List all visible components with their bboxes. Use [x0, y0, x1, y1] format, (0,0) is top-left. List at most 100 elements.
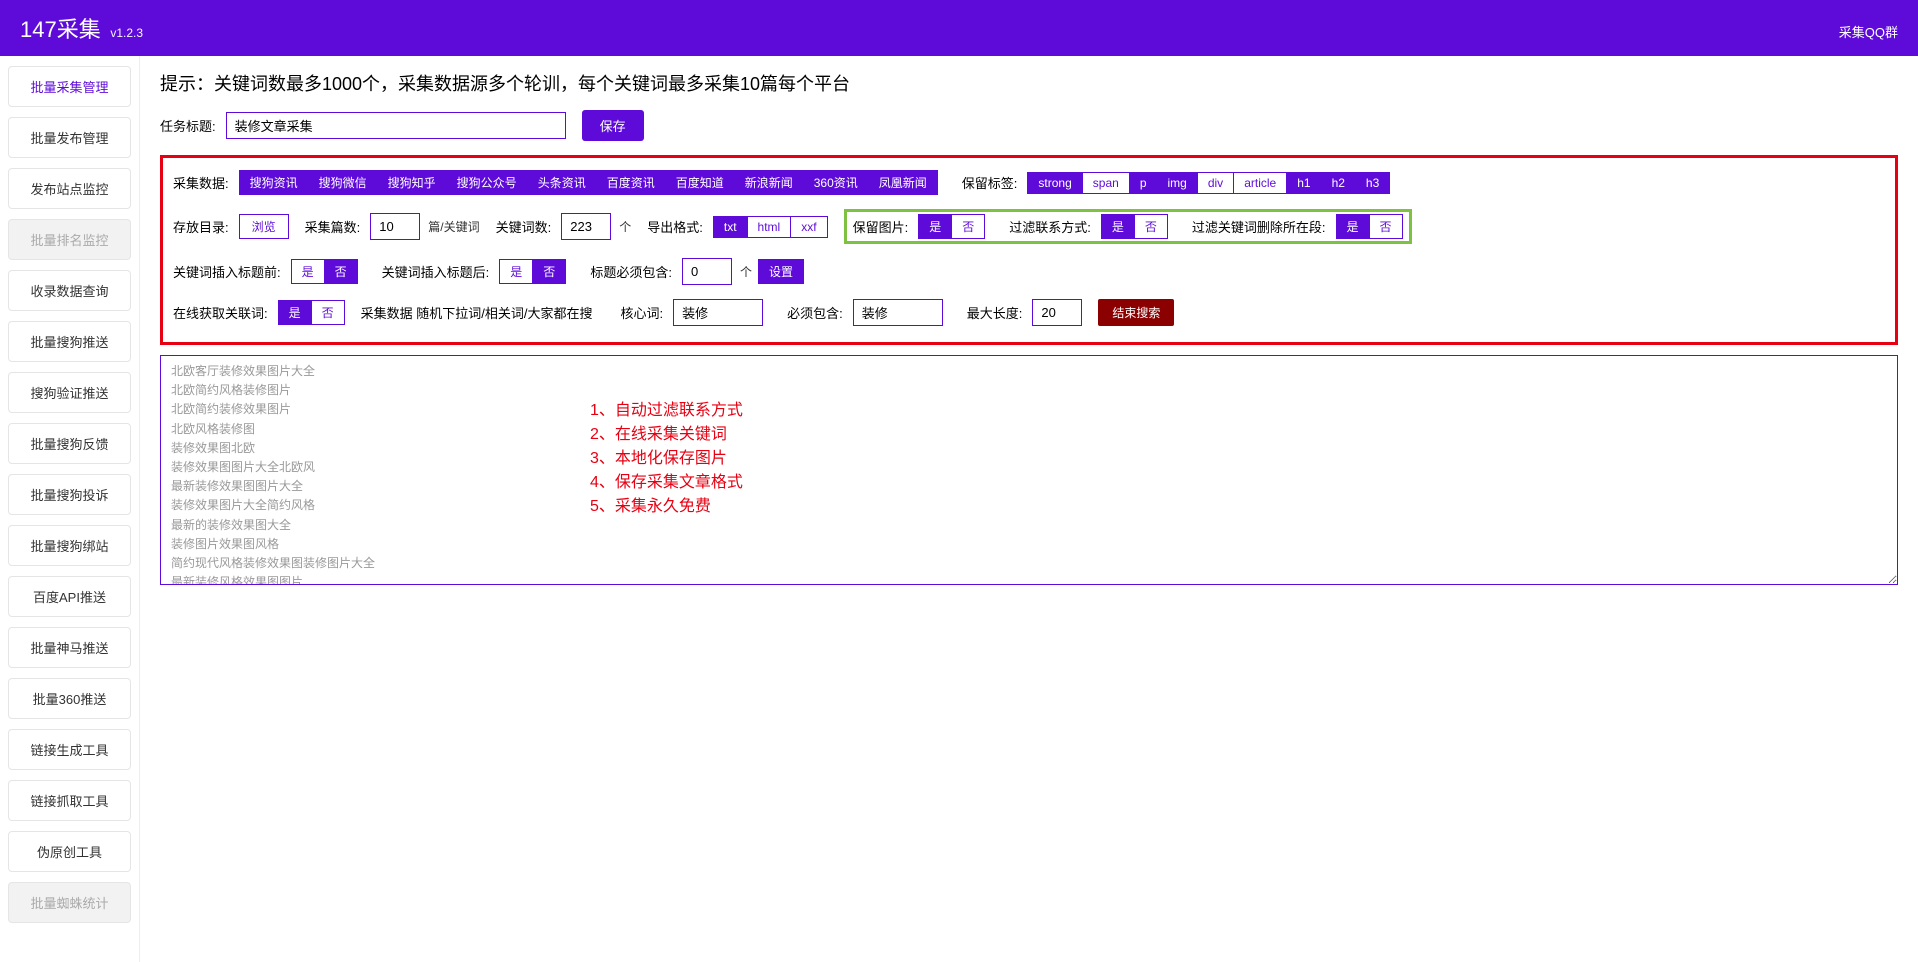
keep-tag-article[interactable]: article: [1234, 172, 1287, 194]
max-len-label: 最大长度:: [967, 303, 1023, 322]
keep-tag-span[interactable]: span: [1083, 172, 1130, 194]
app-version: v1.2.3: [110, 26, 143, 40]
filter-contact-no[interactable]: 否: [1135, 214, 1168, 239]
source-tag-9[interactable]: 凤凰新闻: [869, 170, 938, 195]
online-no[interactable]: 否: [312, 300, 345, 325]
results-textarea[interactable]: [160, 355, 1898, 585]
sidebar-item-5[interactable]: 批量搜狗推送: [8, 321, 131, 362]
set-button[interactable]: 设置: [758, 259, 804, 284]
insert-before-toggle[interactable]: 是 否: [291, 259, 358, 284]
export-tag-xxf[interactable]: xxf: [791, 216, 827, 238]
task-title-input[interactable]: [226, 112, 566, 139]
insert-after-toggle[interactable]: 是 否: [499, 259, 566, 284]
sidebar-item-16: 批量蜘蛛统计: [8, 882, 131, 923]
sidebar-item-8[interactable]: 批量搜狗投诉: [8, 474, 131, 515]
insert-after-label: 关键词插入标题后:: [382, 262, 490, 281]
source-tag-8[interactable]: 360资讯: [804, 170, 869, 195]
filter-contact-yes[interactable]: 是: [1101, 214, 1135, 239]
filter-contact-toggle[interactable]: 是 否: [1101, 214, 1168, 239]
green-highlight-box: 保留图片: 是 否 过滤联系方式: 是 否 过滤关键词删除所在段: 是 否: [844, 209, 1412, 244]
keep-img-label: 保留图片:: [853, 217, 909, 236]
sidebar-item-15[interactable]: 伪原创工具: [8, 831, 131, 872]
browse-button[interactable]: 浏览: [239, 214, 289, 239]
keep-img-yes[interactable]: 是: [918, 214, 952, 239]
count-input[interactable]: [370, 213, 420, 240]
title-must-input[interactable]: [682, 258, 732, 285]
insert-row: 关键词插入标题前: 是 否 关键词插入标题后: 是 否 标题必须包含: 个 设置: [173, 258, 1885, 285]
main-content: 提示：关键词数最多1000个，采集数据源多个轮训，每个关键词最多采集10篇每个平…: [140, 56, 1918, 962]
sidebar-item-13[interactable]: 链接生成工具: [8, 729, 131, 770]
keep-tag-h3[interactable]: h3: [1356, 172, 1390, 194]
kw-count-input[interactable]: [561, 213, 611, 240]
source-tag-5[interactable]: 百度资讯: [597, 170, 666, 195]
sources-label: 采集数据:: [173, 173, 229, 192]
kw-count-unit: 个: [619, 218, 631, 235]
insert-before-no[interactable]: 否: [325, 259, 358, 284]
online-yes[interactable]: 是: [278, 300, 312, 325]
sidebar-item-11[interactable]: 批量神马推送: [8, 627, 131, 668]
source-tag-3[interactable]: 搜狗公众号: [447, 170, 528, 195]
sidebar-item-12[interactable]: 批量360推送: [8, 678, 131, 719]
title-must-unit: 个: [740, 263, 752, 280]
keep-tag-strong[interactable]: strong: [1027, 172, 1082, 194]
sidebar-item-7[interactable]: 批量搜狗反馈: [8, 423, 131, 464]
online-label: 在线获取关联词:: [173, 303, 268, 322]
save-button[interactable]: 保存: [582, 110, 644, 141]
filter-kw-para-yes[interactable]: 是: [1336, 214, 1370, 239]
hint-text: 提示：关键词数最多1000个，采集数据源多个轮训，每个关键词最多采集10篇每个平…: [160, 70, 1898, 96]
insert-after-yes[interactable]: 是: [499, 259, 533, 284]
insert-before-yes[interactable]: 是: [291, 259, 325, 284]
export-label: 导出格式:: [647, 217, 703, 236]
online-row: 在线获取关联词: 是 否 采集数据 随机下拉词/相关词/大家都在搜 核心词: 必…: [173, 299, 1885, 326]
task-title-row: 任务标题: 保存: [160, 110, 1898, 141]
source-tag-1[interactable]: 搜狗微信: [309, 170, 378, 195]
keep-tag-div[interactable]: div: [1198, 172, 1234, 194]
must-contain-input[interactable]: [853, 299, 943, 326]
config-panel: 采集数据: 搜狗资讯搜狗微信搜狗知乎搜狗公众号头条资讯百度资讯百度知道新浪新闻3…: [160, 155, 1898, 345]
keep-tag-p[interactable]: p: [1130, 172, 1158, 194]
must-contain-label: 必须包含:: [787, 303, 843, 322]
keep-img-no[interactable]: 否: [952, 214, 985, 239]
export-group: txthtmlxxf: [713, 216, 828, 238]
filter-kw-para-no[interactable]: 否: [1370, 214, 1403, 239]
sidebar-item-10[interactable]: 百度API推送: [8, 576, 131, 617]
app-header: 147采集 v1.2.3 采集QQ群: [0, 0, 1918, 56]
sidebar-item-3: 批量排名监控: [8, 219, 131, 260]
task-title-label: 任务标题:: [160, 116, 216, 135]
end-search-button[interactable]: 结束搜索: [1098, 299, 1174, 326]
keep-tag-img[interactable]: img: [1158, 172, 1198, 194]
sidebar-item-9[interactable]: 批量搜狗绑站: [8, 525, 131, 566]
sources-group: 搜狗资讯搜狗微信搜狗知乎搜狗公众号头条资讯百度资讯百度知道新浪新闻360资讯凤凰…: [239, 170, 938, 195]
filter-kw-para-toggle[interactable]: 是 否: [1336, 214, 1403, 239]
online-desc: 采集数据 随机下拉词/相关词/大家都在搜: [361, 303, 593, 322]
source-tag-2[interactable]: 搜狗知乎: [378, 170, 447, 195]
source-tag-6[interactable]: 百度知道: [666, 170, 735, 195]
sources-row: 采集数据: 搜狗资讯搜狗微信搜狗知乎搜狗公众号头条资讯百度资讯百度知道新浪新闻3…: [173, 170, 1885, 195]
sidebar-item-0[interactable]: 批量采集管理: [8, 66, 131, 107]
insert-after-no[interactable]: 否: [533, 259, 566, 284]
count-unit: 篇/关键词: [428, 218, 479, 235]
keep-img-toggle[interactable]: 是 否: [918, 214, 985, 239]
sidebar-item-14[interactable]: 链接抓取工具: [8, 780, 131, 821]
core-word-input[interactable]: [673, 299, 763, 326]
sidebar-item-4[interactable]: 收录数据查询: [8, 270, 131, 311]
keep-tag-h1[interactable]: h1: [1287, 172, 1321, 194]
keep-tag-h2[interactable]: h2: [1322, 172, 1356, 194]
sidebar-item-2[interactable]: 发布站点监控: [8, 168, 131, 209]
storage-row: 存放目录: 浏览 采集篇数: 篇/关键词 关键词数: 个 导出格式: txtht…: [173, 209, 1885, 244]
sidebar-item-6[interactable]: 搜狗验证推送: [8, 372, 131, 413]
source-tag-4[interactable]: 头条资讯: [528, 170, 597, 195]
online-toggle[interactable]: 是 否: [278, 300, 345, 325]
source-tag-0[interactable]: 搜狗资讯: [239, 170, 309, 195]
insert-before-label: 关键词插入标题前:: [173, 262, 281, 281]
core-word-label: 核心词:: [621, 303, 664, 322]
max-len-input[interactable]: [1032, 299, 1082, 326]
source-tag-7[interactable]: 新浪新闻: [735, 170, 804, 195]
sidebar: 批量采集管理批量发布管理发布站点监控批量排名监控收录数据查询批量搜狗推送搜狗验证…: [0, 56, 140, 962]
sidebar-item-1[interactable]: 批量发布管理: [8, 117, 131, 158]
title-must-label: 标题必须包含:: [590, 262, 672, 281]
export-tag-txt[interactable]: txt: [713, 216, 748, 238]
qq-group-link[interactable]: 采集QQ群: [1839, 22, 1898, 41]
app-title: 147采集: [20, 17, 101, 42]
export-tag-html[interactable]: html: [748, 216, 792, 238]
